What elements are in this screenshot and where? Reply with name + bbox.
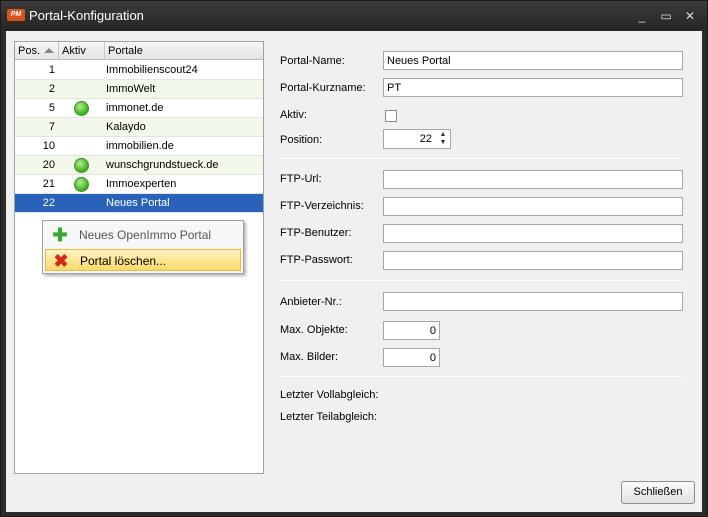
separator — [280, 376, 683, 377]
cell-aktiv — [59, 175, 105, 194]
max-objekte-label: Max. Objekte: — [280, 324, 348, 336]
column-header-pos-label: Pos. — [18, 45, 41, 57]
list-header: Pos. Aktiv Portale — [15, 42, 263, 60]
ftp-verzeichnis-label: FTP-Verzeichnis: — [280, 200, 364, 212]
table-row[interactable]: 7 Kalaydo — [15, 118, 263, 137]
cell-portal-name: Immoexperten — [106, 178, 177, 190]
ftp-passwort-label: FTP-Passwort: — [280, 254, 353, 266]
column-header-pos[interactable]: Pos. — [15, 42, 59, 60]
column-header-aktiv[interactable]: Aktiv — [59, 42, 105, 60]
table-row[interactable]: 10 immobilien.de — [15, 137, 263, 156]
table-row[interactable]: 22 Neues Portal — [15, 194, 263, 213]
cell-aktiv — [59, 61, 105, 80]
cell-portal-name: Neues Portal — [106, 197, 170, 209]
aktiv-checkbox[interactable] — [385, 110, 397, 122]
kurzname-label: Portal-Kurzname: — [280, 82, 366, 94]
max-bilder-label: Max. Bilder: — [280, 351, 339, 363]
title-bar[interactable]: PM Portal-Konfiguration _ ▭ ✕ — [1, 1, 707, 31]
cell-pos: 5 — [48, 102, 55, 114]
column-header-portale[interactable]: Portale — [105, 42, 263, 60]
cell-aktiv — [59, 118, 105, 137]
aktiv-label: Aktiv: — [280, 109, 307, 121]
table-row[interactable]: 5 immonet.de — [15, 99, 263, 118]
sort-ascending-icon — [44, 48, 54, 53]
stepper-buttons[interactable]: ▲ ▼ — [437, 131, 449, 147]
table-row[interactable]: 2 ImmoWelt — [15, 80, 263, 99]
portal-name-label: Portal-Name: — [280, 55, 345, 67]
anbieter-label: Anbieter-Nr.: — [280, 296, 342, 308]
plus-icon: ✚ — [52, 225, 68, 245]
cell-pos: 10 — [42, 140, 55, 152]
ftp-verzeichnis-input[interactable] — [383, 197, 683, 216]
menu-item-new-portal-label: Neues OpenImmo Portal — [79, 228, 212, 242]
cell-portal-name: Immobilienscout24 — [106, 64, 198, 76]
cell-portal-name: Kalaydo — [106, 121, 146, 133]
ftp-passwort-input[interactable] — [383, 251, 683, 270]
stepper-down-icon[interactable]: ▼ — [437, 139, 449, 147]
table-row[interactable]: 1 Immobilienscout24 — [15, 61, 263, 80]
cell-pos: 7 — [48, 121, 55, 133]
context-menu: ✚ Neues OpenImmo Portal ✖ Portal löschen… — [42, 220, 244, 274]
ftp-url-label: FTP-Url: — [280, 173, 322, 185]
cell-aktiv — [59, 194, 105, 213]
cell-portal-name: immonet.de — [106, 102, 164, 114]
cell-portal-name: wunschgrundstueck.de — [106, 159, 219, 171]
active-status-icon — [74, 158, 89, 173]
cell-aktiv — [59, 80, 105, 99]
portal-name-input[interactable] — [383, 51, 683, 70]
position-value: 22 — [419, 133, 432, 145]
cell-pos: 1 — [48, 64, 55, 76]
separator — [280, 158, 683, 159]
dialog-client-area: Pos. Aktiv Portale 1 Immobilienscout24 2 Im… — [6, 31, 702, 512]
ftp-url-input[interactable] — [383, 170, 683, 189]
ftp-benutzer-label: FTP-Benutzer: — [280, 227, 352, 239]
menu-item-delete-portal[interactable]: ✖ Portal löschen... — [45, 249, 241, 271]
kurzname-input[interactable] — [383, 78, 683, 97]
maximize-icon[interactable]: ▭ — [657, 8, 675, 24]
active-status-icon — [74, 177, 89, 192]
window-title: Portal-Konfiguration — [29, 8, 144, 23]
cell-pos: 21 — [42, 178, 55, 190]
position-stepper[interactable]: 22 ▲ ▼ — [383, 129, 451, 149]
position-label: Position: — [280, 134, 323, 146]
delete-x-icon: ✖ — [53, 251, 69, 271]
app-logo-icon: PM — [7, 9, 25, 21]
close-button[interactable]: Schließen — [621, 481, 695, 504]
max-objekte-input[interactable] — [383, 321, 440, 340]
portal-config-window: PM Portal-Konfiguration _ ▭ ✕ Pos. Aktiv… — [0, 0, 708, 517]
active-status-icon — [74, 101, 89, 116]
separator — [280, 280, 683, 281]
cell-portal-name: ImmoWelt — [106, 83, 156, 95]
table-row[interactable]: 20 wunschgrundstueck.de — [15, 156, 263, 175]
close-icon[interactable]: ✕ — [681, 8, 699, 24]
menu-item-new-portal[interactable]: ✚ Neues OpenImmo Portal — [45, 224, 241, 246]
cell-pos: 2 — [48, 83, 55, 95]
cell-aktiv — [59, 99, 105, 118]
cell-pos: 20 — [42, 159, 55, 171]
cell-portal-name: immobilien.de — [106, 140, 174, 152]
max-bilder-input[interactable] — [383, 348, 440, 367]
cell-pos: 22 — [42, 197, 55, 209]
cell-aktiv — [59, 137, 105, 156]
stepper-up-icon[interactable]: ▲ — [437, 131, 449, 139]
anbieter-input[interactable] — [383, 292, 683, 311]
cell-aktiv — [59, 156, 105, 175]
portal-list[interactable]: Pos. Aktiv Portale 1 Immobilienscout24 2 Im… — [14, 41, 264, 474]
menu-item-delete-portal-label: Portal löschen... — [80, 254, 167, 268]
letzter-vollabgleich-label: Letzter Vollabgleich: — [280, 389, 379, 401]
table-row[interactable]: 21 Immoexperten — [15, 175, 263, 194]
letzter-teilabgleich-label: Letzter Teilabgleich: — [280, 411, 378, 423]
minimize-icon[interactable]: _ — [633, 8, 651, 24]
ftp-benutzer-input[interactable] — [383, 224, 683, 243]
